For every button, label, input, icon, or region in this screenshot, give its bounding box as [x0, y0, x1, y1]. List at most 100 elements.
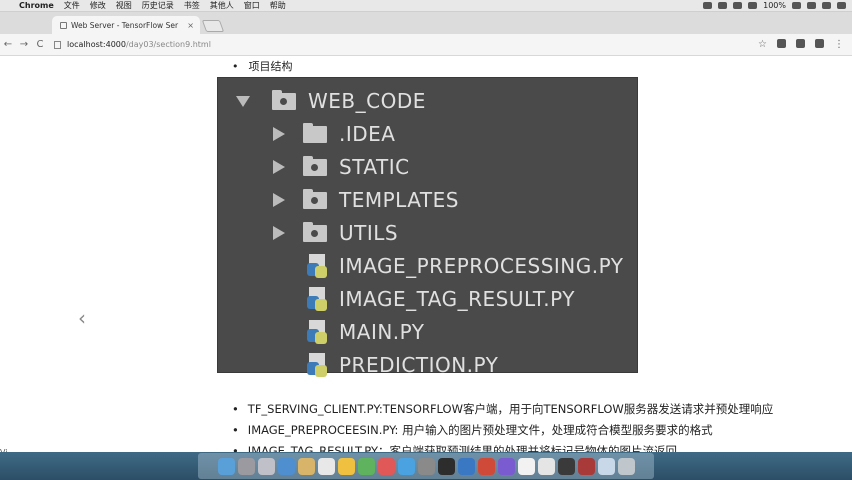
finder-icon[interactable] [217, 457, 235, 475]
extension-icon[interactable] [796, 39, 805, 48]
list-item: • TF_SERVING_CLIENT.PY:TENSORFLOW客户端，用于向T… [232, 402, 774, 416]
tree-file-label: IMAGE_PREPROCESSING.PY [339, 254, 624, 278]
python-file-icon [307, 287, 329, 311]
url-path: /day03/section9.html [125, 40, 211, 49]
notification-center-icon[interactable] [837, 2, 846, 9]
close-tab-icon[interactable]: × [187, 21, 194, 30]
url-host: localhost:4000 [67, 40, 126, 49]
battery-percentage[interactable]: 100% [763, 1, 786, 10]
extension-icon[interactable] [777, 39, 786, 48]
tree-file-row: IMAGE_PREPROCESSING.PY [307, 252, 623, 280]
new-tab-button[interactable] [201, 20, 225, 32]
tree-file-row: PREDICTION.PY [307, 351, 498, 379]
collapse-right-icon [273, 193, 285, 207]
toolbar-actions: ☆ ⋮ [758, 39, 852, 50]
tree-folder-label: .IDEA [339, 122, 396, 146]
user-icon[interactable] [807, 2, 816, 9]
chrome-icon[interactable] [557, 457, 575, 475]
section-heading: 项目结构 [248, 60, 293, 73]
notes-icon[interactable] [337, 457, 355, 475]
calendar-icon[interactable] [317, 457, 335, 475]
app-icon[interactable] [497, 457, 515, 475]
list-item: • 项目结构 [232, 58, 293, 74]
list-item-text: TF_SERVING_CLIENT.PY:TENSORFLOW客户端，用于向TE… [247, 402, 774, 416]
reload-button[interactable]: C [32, 39, 48, 50]
chrome-menu-icon[interactable]: ⋮ [834, 39, 844, 50]
status-area: 100% [703, 1, 852, 10]
app-icon[interactable] [537, 457, 555, 475]
app-icon[interactable] [357, 457, 375, 475]
tree-folder-row: .IDEA [273, 120, 395, 148]
app-icon[interactable] [377, 457, 395, 475]
folder-icon [303, 122, 327, 143]
trash-icon[interactable] [617, 457, 635, 475]
tree-folder-label: UTILS [339, 221, 399, 245]
page-favicon-icon [60, 21, 67, 29]
list-item: • IMAGE_PREPROCEESIN.PY: 用户输入的图片预处理文件，处理成… [232, 423, 713, 437]
tree-file-label: MAIN.PY [339, 320, 425, 344]
tree-file-label: IMAGE_TAG_RESULT.PY [339, 287, 575, 311]
spotlight-search-icon[interactable] [822, 2, 831, 9]
tree-folder-row: STATIC [273, 153, 410, 181]
collapse-right-icon [273, 127, 285, 141]
tree-file-row: MAIN.PY [307, 318, 425, 346]
menu-people[interactable]: 其他人 [205, 0, 239, 11]
python-file-icon [307, 254, 329, 278]
python-file-icon [307, 320, 329, 344]
folder-icon [303, 221, 327, 242]
menu-window[interactable]: 窗口 [239, 0, 265, 11]
previous-slide-icon[interactable]: ‹ [78, 306, 86, 330]
launchpad-icon[interactable] [237, 457, 255, 475]
tree-root-label: WEB_CODE [308, 89, 426, 113]
folder-icon [272, 89, 296, 110]
app-icon[interactable] [457, 457, 475, 475]
safari-icon[interactable] [277, 457, 295, 475]
tree-folder-row: UTILS [273, 219, 398, 247]
terminal-icon[interactable] [437, 457, 455, 475]
tree-file-row: IMAGE_TAG_RESULT.PY [307, 285, 575, 313]
menu-bookmarks[interactable]: 书签 [179, 0, 205, 11]
menu-app-chrome[interactable]: Chrome [14, 1, 59, 10]
system-preferences-icon[interactable] [417, 457, 435, 475]
tree-root-row: WEB_CODE [236, 87, 426, 115]
status-app-icon[interactable] [733, 2, 743, 9]
tab-title: Web Server - TensorFlow Ser [71, 20, 179, 30]
macos-dock [0, 452, 852, 480]
bookmark-star-icon[interactable]: ☆ [758, 39, 767, 50]
browser-tab-strip: Web Server - TensorFlow Ser × [0, 12, 852, 34]
tree-file-label: PREDICTION.PY [339, 353, 499, 377]
menu-view[interactable]: 视图 [111, 0, 137, 11]
page-info-icon[interactable] [54, 40, 61, 49]
project-tree-image: WEB_CODE .IDEA STATIC TEMPLATES UTILS IM… [217, 77, 638, 377]
browser-tab[interactable]: Web Server - TensorFlow Ser × [52, 16, 200, 34]
app-store-icon[interactable] [397, 457, 415, 475]
app-icon[interactable] [577, 457, 595, 475]
battery-icon[interactable] [792, 2, 801, 9]
menu-edit[interactable]: 修改 [85, 0, 111, 11]
app-icon[interactable] [297, 457, 315, 475]
wifi-icon[interactable] [748, 2, 758, 9]
extension-icon[interactable] [815, 39, 824, 48]
folder-icon[interactable] [597, 457, 615, 475]
rocket-icon[interactable] [257, 457, 275, 475]
app-icon[interactable] [477, 457, 495, 475]
status-app-icon[interactable] [703, 2, 713, 9]
list-item-text: IMAGE_PREPROCEESIN.PY: 用户输入的图片预处理文件，处理成符… [247, 423, 713, 437]
python-file-icon [307, 353, 329, 377]
tree-folder-row: TEMPLATES [273, 186, 459, 214]
typora-icon[interactable] [517, 457, 535, 475]
folder-icon [303, 188, 327, 209]
forward-button[interactable]: → [16, 39, 32, 50]
status-app-icon[interactable] [718, 2, 728, 9]
folder-icon [303, 155, 327, 176]
page-content: • 项目结构 WEB_CODE .IDEA STATIC TEMPLATES U… [0, 56, 852, 458]
tree-folder-label: STATIC [339, 155, 410, 179]
address-bar[interactable]: localhost:4000/day03/section9.html [54, 40, 211, 49]
menu-file[interactable]: 文件 [59, 0, 85, 11]
expand-down-icon [236, 95, 250, 107]
dock-shelf [198, 453, 654, 479]
back-button[interactable]: ← [0, 39, 16, 50]
menu-history[interactable]: 历史记录 [137, 0, 179, 11]
menu-help[interactable]: 帮助 [265, 0, 291, 11]
tree-folder-label: TEMPLATES [339, 188, 459, 212]
